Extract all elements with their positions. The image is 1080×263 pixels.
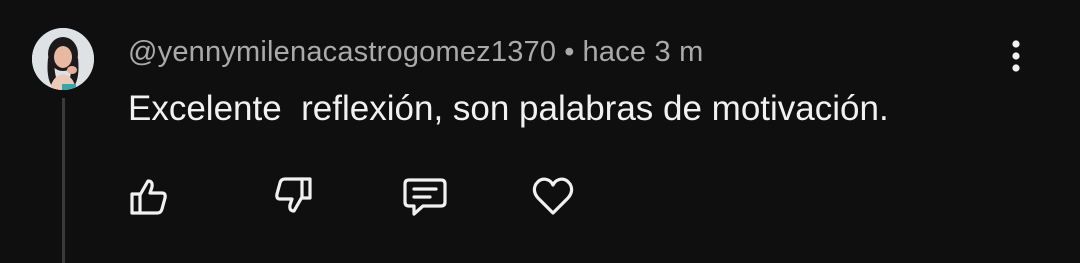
thread-line	[62, 98, 65, 263]
heart-button[interactable]	[527, 170, 579, 222]
reply-button[interactable]	[399, 170, 451, 222]
comment-timestamp[interactable]: hace 3 m	[583, 36, 704, 68]
more-options-button[interactable]	[996, 36, 1036, 80]
comment-header: @yennymilenacastrogomez1370 • hace 3 m	[128, 32, 703, 72]
author-handle[interactable]: @yennymilenacastrogomez1370	[128, 36, 556, 68]
more-vert-icon	[1011, 39, 1021, 78]
dislike-button[interactable]	[268, 170, 320, 222]
avatar[interactable]	[32, 28, 94, 90]
thumbs-down-icon	[272, 174, 316, 218]
thumbs-up-icon	[126, 174, 170, 218]
like-button[interactable]	[122, 170, 174, 222]
heart-icon	[530, 174, 576, 218]
reply-icon	[401, 174, 449, 218]
comment-text: Excelente reflexión, son palabras de mot…	[128, 89, 889, 128]
separator-dot: •	[564, 36, 575, 68]
